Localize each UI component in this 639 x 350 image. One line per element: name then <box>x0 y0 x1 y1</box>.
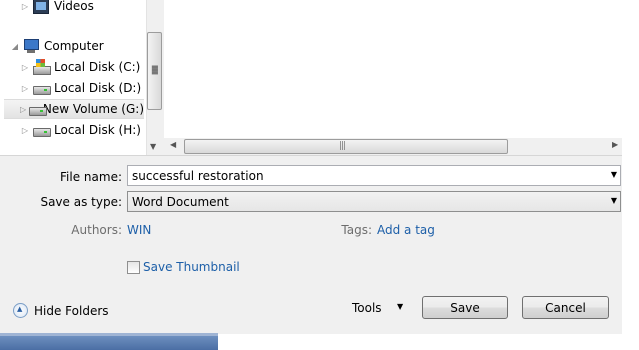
tree-item-videos[interactable]: ▷ Videos <box>20 0 144 16</box>
computer-icon <box>23 38 39 54</box>
tree-item-label: Videos <box>54 0 94 13</box>
hide-folders-icon[interactable] <box>13 303 28 318</box>
expand-arrow-icon[interactable]: ▷ <box>20 83 30 93</box>
scroll-right-arrow-icon[interactable]: ▶ <box>612 140 618 149</box>
add-tag-link[interactable]: Add a tag <box>377 223 435 237</box>
drive-icon <box>29 101 47 117</box>
collapse-arrow-icon[interactable]: ◢ <box>10 41 20 51</box>
drive-icon <box>33 122 51 138</box>
hide-folders-button[interactable]: Hide Folders <box>34 304 109 318</box>
tree-item-new-volume-g[interactable]: ▷ New Volume (G:) <box>4 99 144 119</box>
background-edge <box>622 0 639 350</box>
windows-drive-icon <box>33 59 51 75</box>
save-thumbnail-label[interactable]: Save Thumbnail <box>143 260 240 274</box>
tree-item-label: Local Disk (D:) <box>54 81 142 95</box>
expand-arrow-icon[interactable]: ▷ <box>20 104 26 114</box>
tree-item-local-disk-c[interactable]: ▷ Local Disk (C:) <box>20 57 144 77</box>
dropdown-arrow-icon[interactable]: ▼ <box>611 170 617 179</box>
drive-icon <box>33 80 51 96</box>
horizontal-scrollbar-thumb[interactable] <box>184 139 508 154</box>
save-as-type-select[interactable]: Word Document ▼ <box>127 191 621 212</box>
video-folder-icon <box>33 0 49 14</box>
file-name-input[interactable]: successful restoration ▼ <box>127 165 621 186</box>
tags-label: Tags: <box>341 223 372 237</box>
file-name-value[interactable]: successful restoration <box>132 169 264 183</box>
expand-arrow-icon[interactable]: ▷ <box>20 62 30 72</box>
expand-arrow-icon[interactable]: ▷ <box>20 1 30 11</box>
authors-label: Authors: <box>71 223 122 237</box>
tree-item-local-disk-h[interactable]: ▷ Local Disk (H:) <box>20 120 144 140</box>
tree-item-computer[interactable]: ◢ Computer <box>10 36 144 56</box>
tools-button[interactable]: Tools <box>352 301 382 315</box>
scroll-left-arrow-icon[interactable]: ◀ <box>170 140 176 149</box>
pane-divider <box>0 155 622 156</box>
save-as-type-value[interactable]: Word Document <box>132 195 229 209</box>
dropdown-arrow-icon[interactable]: ▼ <box>611 196 617 205</box>
file-list-pane[interactable] <box>164 0 622 138</box>
scroll-grip-icon: ▬ ▬ ▬ <box>151 62 159 77</box>
scroll-down-arrow-icon[interactable]: ▼ <box>150 142 156 151</box>
save-as-type-label: Save as type: <box>40 195 122 209</box>
tree-item-label: Computer <box>44 39 104 53</box>
tree-item-local-disk-d[interactable]: ▷ Local Disk (D:) <box>20 78 144 98</box>
save-button[interactable]: Save <box>422 296 508 319</box>
save-thumbnail-checkbox[interactable] <box>127 261 140 274</box>
scroll-grip-icon: ||| <box>339 141 346 151</box>
tree-item-label: Local Disk (H:) <box>54 123 141 137</box>
tree-item-label: Local Disk (C:) <box>54 60 141 74</box>
taskbar-fragment <box>0 336 218 350</box>
authors-value[interactable]: WIN <box>127 223 151 237</box>
expand-arrow-icon[interactable]: ▷ <box>20 125 30 135</box>
file-name-label: File name: <box>60 170 122 184</box>
tree-item-label: New Volume (G:) <box>42 102 144 116</box>
tools-dropdown-arrow-icon[interactable]: ▼ <box>397 302 403 311</box>
cancel-button[interactable]: Cancel <box>522 296 609 319</box>
